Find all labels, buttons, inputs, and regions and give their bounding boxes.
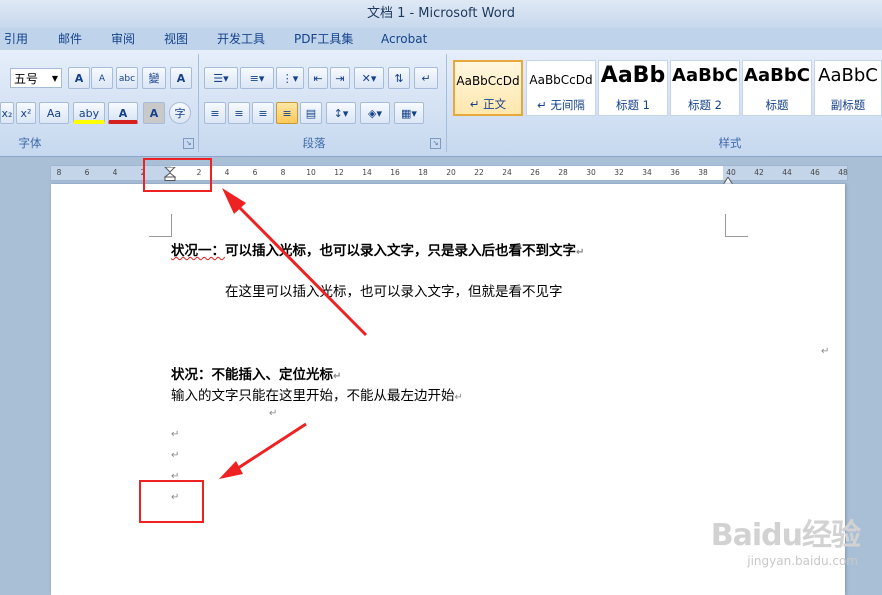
arrowhead-icon — [219, 461, 243, 479]
watermark-url: jingyan.baidu.com — [747, 554, 858, 568]
watermark-brand: Baidu经验 — [710, 518, 861, 553]
watermark: Baidu经验 jingyan.baidu.com — [668, 498, 868, 578]
arrow-line — [230, 198, 368, 337]
arrow-line — [231, 422, 307, 474]
